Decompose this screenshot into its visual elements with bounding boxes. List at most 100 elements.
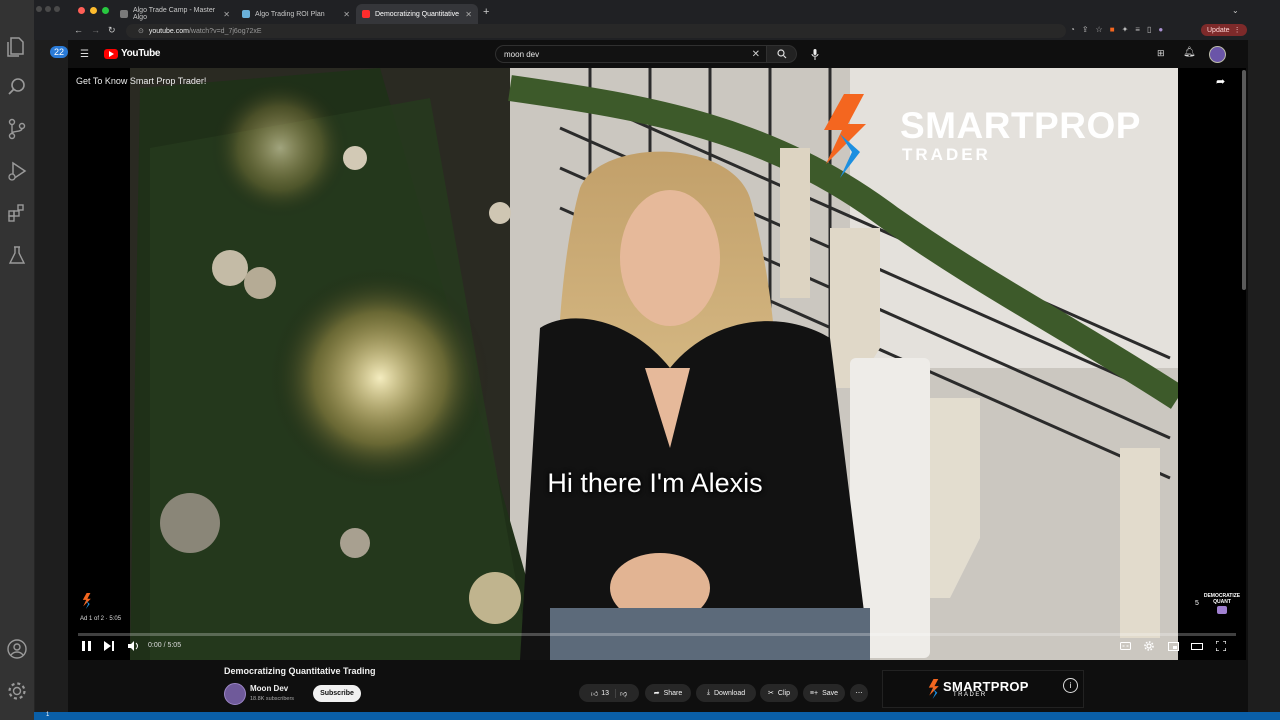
clear-search-icon[interactable]: ✕ bbox=[752, 49, 760, 60]
subscriber-count: 18.8K subscribers bbox=[250, 696, 295, 702]
download-button[interactable]: ⤓ Download bbox=[696, 684, 756, 702]
tab-favicon bbox=[120, 10, 128, 18]
thumbs-down-icon: 👎︎ bbox=[620, 690, 628, 698]
video-frame bbox=[130, 68, 1178, 660]
tab-close-icon[interactable]: ✕ bbox=[343, 10, 350, 19]
pause-button[interactable] bbox=[78, 636, 94, 656]
voice-search-mic-icon[interactable] bbox=[808, 47, 822, 61]
skip-countdown: 5 bbox=[1195, 600, 1199, 607]
run-debug-icon[interactable] bbox=[0, 154, 34, 188]
theater-mode-icon bbox=[1191, 642, 1203, 650]
youtube-favicon bbox=[362, 10, 370, 18]
save-playlist-icon: ≡+ bbox=[809, 689, 819, 697]
back-arrow-icon[interactable]: ← bbox=[74, 25, 83, 36]
youtube-logo[interactable]: YouTube bbox=[104, 48, 161, 59]
account-icon[interactable] bbox=[0, 632, 34, 666]
reload-icon[interactable]: ↻ bbox=[108, 25, 116, 36]
create-video-icon[interactable]: ⊞ bbox=[1157, 48, 1165, 59]
dislike-button[interactable]: 👎︎ bbox=[620, 689, 627, 698]
smartprop-brand-subtext: TRADER bbox=[902, 145, 991, 164]
theater-mode-button[interactable] bbox=[1189, 636, 1205, 656]
fullscreen-button[interactable] bbox=[1213, 636, 1229, 656]
clip-button[interactable]: ✂ Clip bbox=[760, 684, 798, 702]
share-page-icon[interactable]: ⇪ bbox=[1082, 25, 1089, 34]
ad-info-icon[interactable]: i bbox=[1063, 678, 1078, 693]
tab-search-chevron-icon[interactable]: ⌄ bbox=[1232, 6, 1239, 15]
nav-buttons: ← → ↻ bbox=[74, 25, 116, 36]
fullscreen-icon bbox=[1216, 641, 1226, 651]
video-subtitle-caption: Hi there I'm Alexis bbox=[547, 468, 763, 498]
explorer-badge: 22 bbox=[50, 46, 69, 58]
search-button[interactable] bbox=[767, 45, 797, 63]
source-control-icon[interactable] bbox=[0, 112, 34, 146]
video-scene-illustration bbox=[130, 68, 1178, 660]
close-window-button[interactable] bbox=[78, 7, 85, 14]
update-button[interactable]: Update ⋮ bbox=[1201, 24, 1247, 36]
more-menu-icon: ⋮ bbox=[1233, 27, 1241, 34]
forward-arrow-icon[interactable]: → bbox=[91, 25, 100, 36]
settings-button[interactable] bbox=[1141, 636, 1157, 656]
smartprop-logo-mark bbox=[822, 94, 870, 178]
captions-button[interactable] bbox=[1117, 636, 1133, 656]
smartprop-brand-text: SMARTPROP bbox=[900, 105, 1141, 146]
thumbs-up-icon: 👍︎ bbox=[590, 690, 599, 698]
youtube-play-logo-icon bbox=[104, 48, 118, 59]
channel-name[interactable]: Moon Dev bbox=[250, 684, 288, 693]
tab-algo-trade-camp[interactable]: Algo Trade Camp - Master Algo ✕ bbox=[114, 4, 236, 24]
bookmark-star-icon[interactable]: ☆ bbox=[1096, 25, 1103, 34]
save-button[interactable]: ≡+ Save bbox=[803, 684, 845, 702]
vscode-status-bar: 1 bbox=[34, 712, 1280, 720]
tab-democratizing-quantitative[interactable]: Democratizing Quantitative ✕ bbox=[356, 4, 478, 24]
extensions-puzzle-icon[interactable]: ✦ bbox=[1122, 25, 1129, 34]
vscode-activity-bar bbox=[0, 0, 35, 720]
more-horizontal-icon: ⋯ bbox=[855, 690, 863, 697]
mute-button[interactable] bbox=[125, 636, 141, 656]
status-item[interactable]: 1 bbox=[46, 712, 49, 718]
subscribe-button[interactable]: Subscribe bbox=[313, 685, 361, 702]
minimize-window-button[interactable] bbox=[90, 7, 97, 14]
share-icon: ➦ bbox=[653, 690, 660, 697]
search-icon[interactable] bbox=[0, 70, 34, 104]
extensions-icon[interactable] bbox=[0, 196, 34, 230]
more-actions-button[interactable]: ⋯ bbox=[850, 684, 868, 702]
site-info-icon[interactable]: ⊙ bbox=[138, 27, 144, 35]
reading-list-icon[interactable]: ≡ bbox=[1135, 25, 1140, 34]
miniplayer-button[interactable] bbox=[1165, 636, 1181, 656]
volume-icon bbox=[127, 641, 138, 651]
profile-avatar-icon[interactable]: ● bbox=[1158, 25, 1163, 34]
explorer-icon[interactable] bbox=[0, 30, 34, 64]
maximize-window-button[interactable] bbox=[102, 7, 109, 14]
gear-icon bbox=[1144, 641, 1154, 651]
settings-gear-icon[interactable] bbox=[0, 674, 34, 708]
next-button[interactable] bbox=[101, 636, 117, 656]
page-scrollbar[interactable] bbox=[1242, 70, 1246, 290]
address-bar[interactable]: ⊙ youtube.com/watch?v=d_7j6og72xE bbox=[126, 24, 1066, 38]
side-ad-sub: TRADER bbox=[953, 692, 987, 698]
hamburger-menu-icon[interactable]: ☰ bbox=[80, 49, 89, 60]
ad-title-overlay[interactable]: Get To Know Smart Prop Trader! bbox=[76, 76, 206, 86]
account-avatar[interactable] bbox=[1209, 46, 1226, 63]
testing-flask-icon[interactable] bbox=[0, 238, 34, 272]
ad-info-label: Ad 1 of 2 · 5:05 bbox=[80, 616, 122, 622]
side-ad-banner[interactable]: SMARTPROP TRADER i bbox=[882, 670, 1084, 708]
share-button[interactable]: ➦ Share bbox=[645, 684, 691, 702]
notifications-bell-icon[interactable]: 🔔︎ bbox=[1183, 47, 1196, 58]
watermark-logo-icon bbox=[1217, 606, 1227, 614]
share-arrow-icon[interactable]: ➦ bbox=[1216, 75, 1225, 88]
channel-watermark[interactable]: DEMOCRATIZE QUANT bbox=[1203, 593, 1241, 614]
search-input[interactable]: moon dev ✕ bbox=[495, 45, 767, 63]
tab-close-icon[interactable]: ✕ bbox=[223, 10, 230, 19]
captions-icon bbox=[1119, 642, 1131, 650]
channel-avatar[interactable] bbox=[224, 683, 246, 705]
cast-icon[interactable]: ◔ bbox=[1070, 25, 1075, 34]
tab-close-icon[interactable]: ✕ bbox=[465, 10, 472, 19]
advertiser-logo-icon[interactable] bbox=[80, 593, 94, 614]
pause-icon bbox=[81, 641, 91, 651]
like-button[interactable]: 👍︎ 13 bbox=[590, 688, 616, 698]
new-tab-button[interactable]: + bbox=[483, 6, 489, 18]
side-panel-icon[interactable]: ▯ bbox=[1147, 25, 1151, 34]
browser-toolbar-icons: ◔ ⇪ ☆ ■ ✦ ≡ ▯ ● bbox=[1070, 25, 1163, 34]
progress-bar[interactable] bbox=[78, 633, 1236, 636]
tab-algo-trading-roi[interactable]: Algo Trading ROI Plan ✕ bbox=[236, 4, 356, 24]
extension-brave-icon[interactable]: ■ bbox=[1110, 25, 1115, 34]
